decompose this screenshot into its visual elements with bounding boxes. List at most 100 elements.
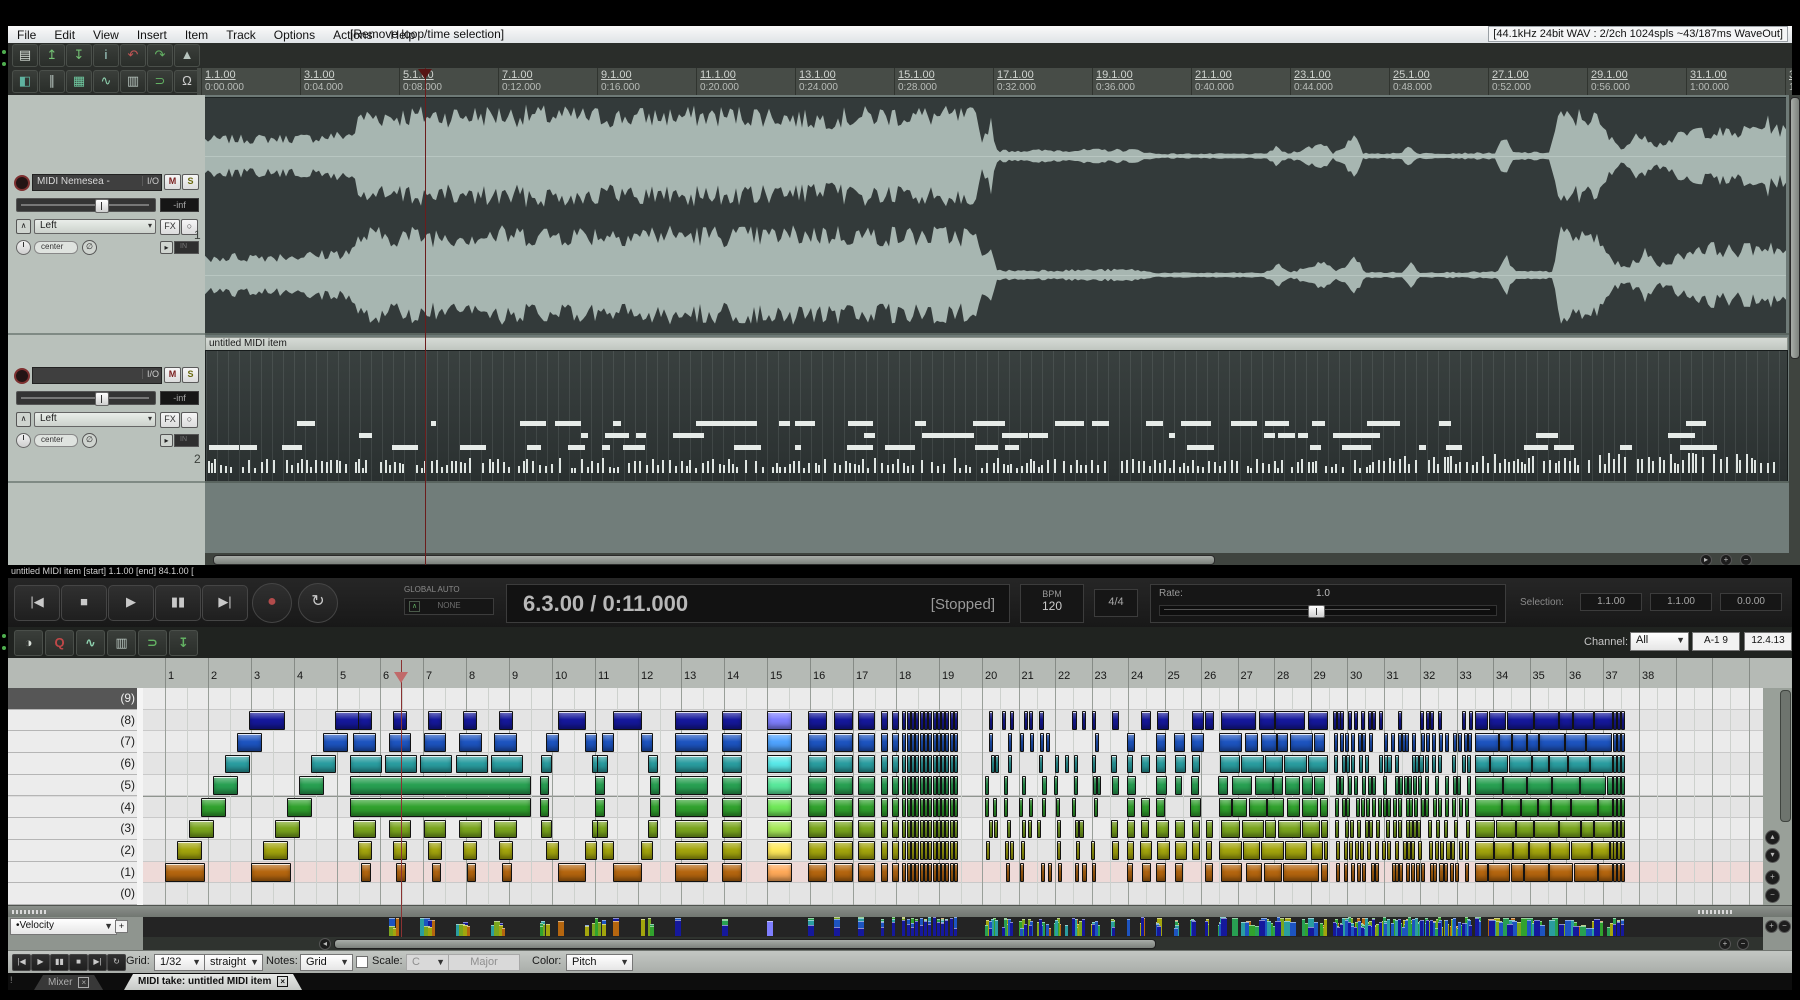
play-button[interactable]: ▶	[31, 954, 50, 971]
midi-note[interactable]	[1360, 841, 1364, 860]
midi-note[interactable]	[189, 820, 214, 839]
midi-note[interactable]	[902, 863, 906, 882]
velocity-bar[interactable]	[1010, 922, 1013, 936]
midi-note[interactable]	[881, 798, 888, 817]
midi-note[interactable]	[1361, 711, 1365, 730]
scroll-up-button[interactable]: ▴	[1765, 830, 1780, 845]
midi-note[interactable]	[1475, 733, 1498, 752]
midi-note[interactable]	[767, 776, 792, 795]
midi-note[interactable]	[540, 798, 550, 817]
midi-note[interactable]	[675, 820, 708, 839]
midi-note[interactable]	[1362, 776, 1366, 795]
midi-note[interactable]	[299, 776, 324, 795]
midi-note[interactable]	[1335, 798, 1339, 817]
midi-note[interactable]	[989, 733, 993, 752]
midi-note[interactable]	[1127, 755, 1133, 774]
midi-note[interactable]	[1356, 798, 1360, 817]
midi-note[interactable]	[1521, 798, 1537, 817]
velocity-bar[interactable]	[1249, 925, 1255, 936]
midi-note[interactable]	[1465, 841, 1469, 860]
midi-note[interactable]	[985, 776, 989, 795]
velocity-bar[interactable]	[933, 917, 936, 936]
midi-note[interactable]	[263, 841, 288, 860]
midi-note[interactable]	[456, 755, 488, 774]
midi-note[interactable]	[1002, 711, 1006, 730]
midi-note[interactable]	[1255, 776, 1273, 795]
midi-note[interactable]	[1621, 733, 1625, 752]
midi-note[interactable]	[1057, 841, 1061, 860]
midi-note[interactable]	[389, 733, 412, 752]
midi-note[interactable]	[613, 711, 642, 730]
midi-note[interactable]	[1092, 755, 1096, 774]
midi-note[interactable]	[467, 863, 477, 882]
mute-button[interactable]: M	[164, 174, 181, 190]
midi-note[interactable]	[1156, 820, 1169, 839]
velocity-bar[interactable]	[602, 924, 606, 936]
go-start-button[interactable]: |◀	[14, 585, 60, 621]
midi-note[interactable]	[928, 841, 932, 860]
midi-note[interactable]	[1435, 841, 1439, 860]
auto-mode-box[interactable]: ∧ NONE	[404, 598, 494, 615]
midi-note[interactable]	[428, 841, 442, 860]
midi-note[interactable]	[881, 820, 888, 839]
velocity-bar[interactable]	[1613, 924, 1616, 936]
midi-note[interactable]	[1335, 820, 1339, 839]
velocity-bar[interactable]	[911, 927, 914, 936]
midi-note[interactable]	[1091, 841, 1095, 860]
velocity-bar[interactable]	[1489, 920, 1495, 936]
midi-note[interactable]	[858, 841, 874, 860]
midi-note[interactable]	[1559, 820, 1581, 839]
midi-note[interactable]	[1509, 755, 1532, 774]
midi-note[interactable]	[1621, 776, 1625, 795]
record-button[interactable]: ●	[252, 583, 292, 623]
midi-note[interactable]	[1082, 711, 1086, 730]
midi-note[interactable]	[1387, 841, 1391, 860]
midi-note[interactable]	[1435, 776, 1439, 795]
midi-note[interactable]	[1093, 776, 1097, 795]
midi-note[interactable]	[933, 820, 937, 839]
midi-note[interactable]	[1450, 863, 1454, 882]
routing-expand-button[interactable]: ∧	[16, 412, 31, 427]
humanize-icon[interactable]: ∿	[76, 630, 105, 656]
midi-note[interactable]	[251, 863, 291, 882]
velocity-bar[interactable]	[1586, 928, 1592, 936]
midi-note[interactable]	[1302, 798, 1317, 817]
midi-note[interactable]	[1475, 776, 1502, 795]
scrollbar-handle[interactable]	[1790, 97, 1800, 359]
midi-note[interactable]	[1314, 776, 1325, 795]
midi-playhead-marker[interactable]	[394, 672, 408, 683]
midi-note[interactable]	[675, 776, 708, 795]
zoom-out-button[interactable]: −	[1737, 938, 1749, 950]
velocity-bar[interactable]	[881, 927, 884, 936]
midi-note[interactable]	[1351, 863, 1355, 882]
midi-note[interactable]	[1457, 776, 1461, 795]
midi-note[interactable]	[1190, 798, 1201, 817]
velocity-bar[interactable]	[1621, 924, 1624, 936]
velocity-bar[interactable]	[1174, 928, 1177, 936]
midi-note[interactable]	[1571, 841, 1592, 860]
midi-note[interactable]	[954, 755, 958, 774]
midi-note[interactable]	[1438, 798, 1442, 817]
velocity-bar[interactable]	[650, 926, 653, 936]
midi-note[interactable]	[1452, 798, 1456, 817]
velocity-bar[interactable]	[396, 918, 399, 936]
midi-note[interactable]	[393, 841, 407, 860]
midi-note[interactable]	[1004, 776, 1008, 795]
io-button[interactable]: I/O	[142, 176, 159, 186]
midi-note[interactable]	[1205, 863, 1213, 882]
velocity-bar[interactable]	[1082, 919, 1085, 936]
velocity-bar[interactable]	[1055, 920, 1058, 936]
midi-note[interactable]	[1382, 841, 1386, 860]
midi-note[interactable]	[597, 820, 607, 839]
midi-note[interactable]	[1314, 733, 1325, 752]
bpm-box[interactable]: BPM 120	[1020, 584, 1084, 623]
midi-note[interactable]	[1283, 863, 1320, 882]
midi-note[interactable]	[834, 755, 853, 774]
midi-note[interactable]	[1028, 820, 1032, 839]
midi-note[interactable]	[1412, 733, 1416, 752]
midi-note[interactable]	[1433, 863, 1437, 882]
midi-note[interactable]	[1367, 841, 1371, 860]
midi-note[interactable]	[350, 798, 532, 817]
midi-note[interactable]	[353, 820, 376, 839]
midi-note[interactable]	[1439, 733, 1443, 752]
